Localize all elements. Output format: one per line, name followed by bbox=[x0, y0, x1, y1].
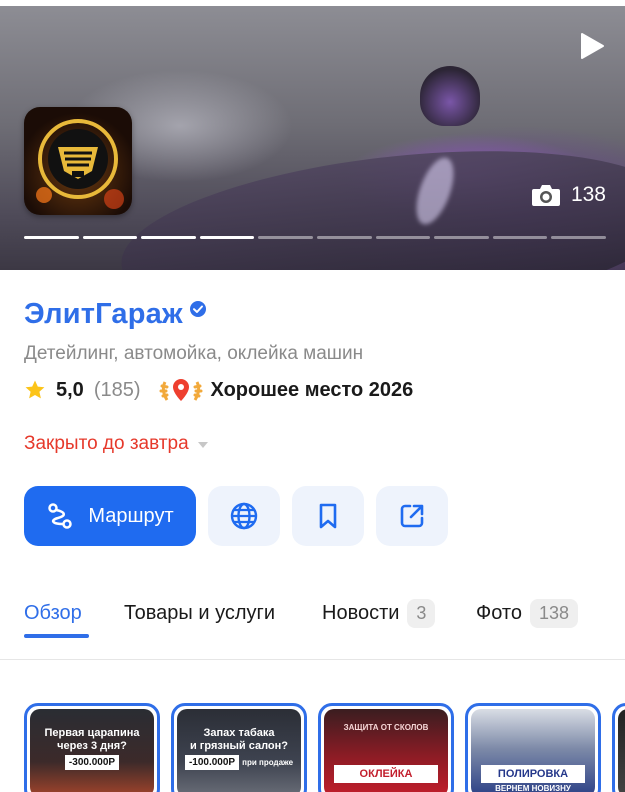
story-image: Первая царапина через 3 дня? -300.000Р bbox=[30, 709, 154, 792]
share-icon bbox=[400, 504, 424, 528]
bookmark-icon bbox=[319, 503, 337, 529]
shield-logo-icon bbox=[36, 119, 124, 209]
reviews-count[interactable]: (185) bbox=[94, 379, 141, 402]
org-category: Детейлинг, автомойка, оклейка машин bbox=[24, 343, 364, 364]
photo-count-value: 138 bbox=[570, 183, 606, 206]
gallery-progress-segment bbox=[551, 236, 606, 239]
star-icon bbox=[25, 380, 45, 399]
tab-photos-count: 138 bbox=[529, 598, 578, 628]
bookmark-button[interactable] bbox=[292, 486, 364, 546]
tab-label: Фото bbox=[476, 601, 522, 624]
route-button-label: Маршрут bbox=[88, 504, 174, 527]
tab-news[interactable]: Новости 3 bbox=[322, 596, 436, 630]
rating-value: 5,0 bbox=[56, 378, 84, 401]
story-line: Запах табака bbox=[203, 727, 275, 739]
story-card[interactable]: Первая царапина через 3 дня? -300.000Р bbox=[24, 703, 160, 792]
story-banner: ОКЛЕЙКА bbox=[334, 765, 438, 783]
story-tag-suffix: при продаже bbox=[242, 758, 294, 767]
tab-label: Новости bbox=[322, 601, 400, 624]
gallery-progress-segment bbox=[492, 236, 548, 239]
story-caption: Запах табака и грязный салон? -100.000Р … bbox=[183, 727, 295, 770]
divider bbox=[0, 659, 625, 660]
gallery-progress-segment bbox=[24, 236, 79, 239]
story-caption: Первая царапина через 3 дня? -300.000Р bbox=[36, 727, 148, 770]
share-button[interactable] bbox=[376, 486, 448, 546]
gallery-progress-segment bbox=[258, 236, 313, 239]
tab-label: Товары и услуги bbox=[124, 601, 275, 624]
story-card[interactable] bbox=[612, 703, 625, 792]
org-logo[interactable] bbox=[24, 107, 132, 215]
tab-photos[interactable]: Фото 138 bbox=[476, 596, 578, 630]
story-card[interactable]: ПОЛИРОВКА ВЕРНЕМ НОВИЗНУ bbox=[465, 703, 601, 792]
gallery-progress-segment bbox=[316, 236, 372, 239]
verified-icon bbox=[189, 300, 206, 317]
hero-gallery[interactable]: 138 bbox=[0, 6, 625, 270]
gallery-progress bbox=[24, 236, 606, 239]
tab-news-count: 3 bbox=[407, 598, 436, 628]
tab-label: Обзор bbox=[24, 601, 82, 624]
story-price-tag: -100.000Р bbox=[184, 755, 240, 770]
story-image: ПОЛИРОВКА ВЕРНЕМ НОВИЗНУ bbox=[471, 709, 595, 792]
hours-status: Закрыто до завтра bbox=[24, 433, 189, 454]
org-name[interactable]: ЭлитГараж bbox=[24, 298, 183, 331]
story-image: ОКЛЕЙКА ЗАЩИТА ОТ СКОЛОВ bbox=[324, 709, 448, 792]
story-subcaption: ЗАЩИТА ОТ СКОЛОВ bbox=[343, 723, 429, 732]
gallery-progress-segment bbox=[141, 236, 196, 239]
story-image bbox=[618, 709, 625, 792]
globe-icon bbox=[230, 502, 258, 530]
story-subcaption: ВЕРНЕМ НОВИЗНУ bbox=[495, 784, 571, 792]
story-image: Запах табака и грязный салон? -100.000Р … bbox=[177, 709, 301, 792]
award-label: Хорошее место 2026 bbox=[210, 378, 414, 401]
story-card[interactable]: ОКЛЕЙКА ЗАЩИТА ОТ СКОЛОВ bbox=[318, 703, 454, 792]
award-laurel-icon bbox=[159, 379, 203, 401]
route-button[interactable]: Маршрут bbox=[24, 486, 196, 546]
play-icon[interactable] bbox=[579, 32, 605, 60]
photo-count[interactable]: 138 bbox=[531, 183, 606, 207]
tab-overview[interactable]: Обзор bbox=[24, 596, 82, 630]
gallery-progress-segment bbox=[375, 236, 431, 239]
story-line: и грязный салон? bbox=[189, 740, 288, 752]
website-button[interactable] bbox=[208, 486, 280, 546]
hero-photo-mirror bbox=[420, 66, 480, 126]
chevron-down-icon bbox=[197, 442, 208, 448]
gallery-progress-segment bbox=[434, 236, 489, 239]
story-line: через 3 дня? bbox=[57, 740, 127, 752]
rating-row[interactable]: 5,0 (185) Хорошее место 2026 bbox=[24, 376, 413, 404]
camera-icon bbox=[531, 185, 560, 206]
route-icon bbox=[48, 503, 73, 529]
gallery-progress-segment bbox=[82, 236, 138, 239]
story-line: Первая царапина bbox=[44, 727, 140, 739]
org-title-row: ЭлитГараж bbox=[24, 298, 207, 331]
story-price-tag: -300.000Р bbox=[64, 755, 120, 770]
story-banner: ПОЛИРОВКА bbox=[481, 765, 585, 783]
hours-toggle[interactable]: Закрыто до завтра bbox=[24, 433, 209, 455]
gallery-progress-segment bbox=[199, 236, 255, 239]
tab-active-indicator bbox=[24, 634, 89, 638]
tab-products-services[interactable]: Товары и услуги bbox=[124, 596, 275, 630]
story-card[interactable]: Запах табака и грязный салон? -100.000Р … bbox=[171, 703, 307, 792]
